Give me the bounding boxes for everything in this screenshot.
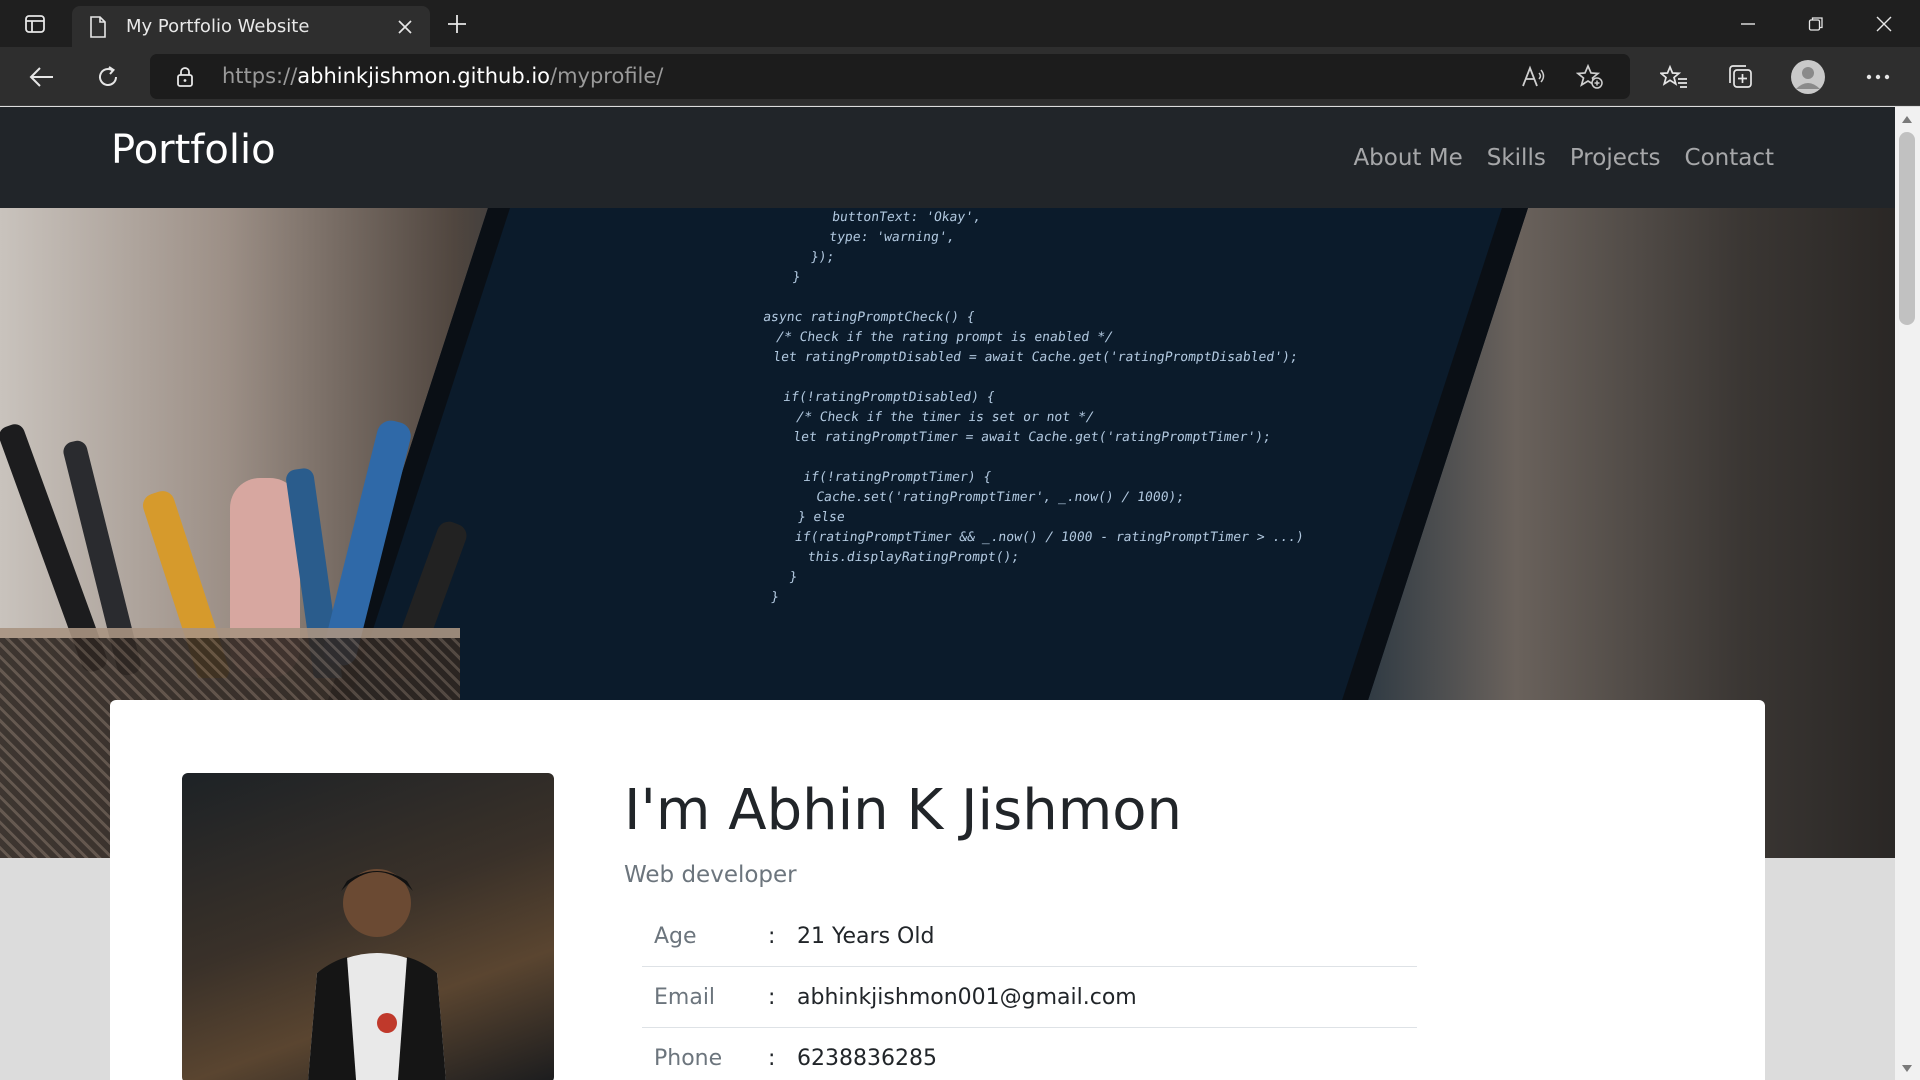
detail-separator: : [768, 924, 776, 949]
page-viewport: Portfolio About Me Skills Projects Conta… [0, 107, 1895, 1080]
address-bar[interactable]: https://abhinkjishmon.github.io/myprofil… [150, 54, 1630, 99]
nav-link-about[interactable]: About Me [1353, 145, 1462, 171]
close-window-icon[interactable] [1850, 0, 1918, 47]
person-graphic [308, 869, 446, 1080]
close-tab-icon[interactable] [394, 16, 416, 38]
navbar-brand[interactable]: Portfolio [111, 127, 276, 173]
collections-icon[interactable] [1720, 57, 1760, 97]
new-tab-icon[interactable] [440, 9, 474, 39]
scroll-up-icon[interactable] [1900, 112, 1914, 126]
restore-icon[interactable] [1782, 0, 1850, 47]
detail-row-phone: Phone : 6238836285 [642, 1028, 1417, 1080]
detail-separator: : [768, 1046, 776, 1071]
add-favorite-icon[interactable] [1572, 59, 1608, 95]
scroll-down-icon[interactable] [1900, 1061, 1914, 1075]
code-on-screen-graphic: buttonText: 'Okay', type: 'warning', });… [699, 210, 1305, 605]
detail-separator: : [768, 985, 776, 1010]
browser-titlebar: My Portfolio Website [0, 0, 1920, 47]
tab-title: My Portfolio Website [126, 16, 310, 37]
detail-label: Age [654, 924, 697, 949]
nav-link-contact[interactable]: Contact [1685, 145, 1774, 171]
page-icon [88, 16, 108, 42]
detail-row-age: Age : 21 Years Old [642, 906, 1417, 967]
profile-avatar-icon[interactable] [1788, 57, 1828, 97]
nav-link-skills[interactable]: Skills [1487, 145, 1546, 171]
more-options-icon[interactable] [1858, 57, 1898, 97]
read-aloud-icon[interactable] [1516, 59, 1552, 95]
nav-links: About Me Skills Projects Contact [1353, 145, 1774, 171]
nav-link-projects[interactable]: Projects [1570, 145, 1661, 171]
browser-toolbar: https://abhinkjishmon.github.io/myprofil… [0, 47, 1920, 106]
scrollbar-thumb[interactable] [1899, 132, 1915, 325]
site-navbar: Portfolio About Me Skills Projects Conta… [0, 107, 1895, 208]
tab-actions-icon[interactable] [20, 10, 50, 38]
profile-photo [182, 773, 554, 1080]
detail-value: 21 Years Old [797, 924, 935, 949]
favorites-icon[interactable] [1654, 57, 1694, 97]
page-scrollbar[interactable] [1895, 107, 1920, 1080]
detail-label: Phone [654, 1046, 723, 1071]
minimize-icon[interactable] [1714, 0, 1782, 47]
refresh-icon[interactable] [88, 57, 128, 97]
detail-row-email: Email : abhinkjishmon001@gmail.com [642, 967, 1417, 1028]
lock-icon[interactable] [176, 66, 194, 92]
profile-role: Web developer [624, 862, 797, 888]
detail-label: Email [654, 985, 716, 1010]
profile-details-table: Age : 21 Years Old Email : abhinkjishmon… [642, 906, 1417, 1080]
profile-name: I'm Abhin K Jishmon [624, 778, 1183, 843]
profile-card: I'm Abhin K Jishmon Web developer Age : … [110, 700, 1765, 1080]
detail-value: abhinkjishmon001@gmail.com [797, 985, 1137, 1010]
back-icon[interactable] [22, 57, 62, 97]
detail-value: 6238836285 [797, 1046, 937, 1071]
url-text[interactable]: https://abhinkjishmon.github.io/myprofil… [222, 64, 663, 88]
browser-tab[interactable]: My Portfolio Website [72, 6, 430, 47]
